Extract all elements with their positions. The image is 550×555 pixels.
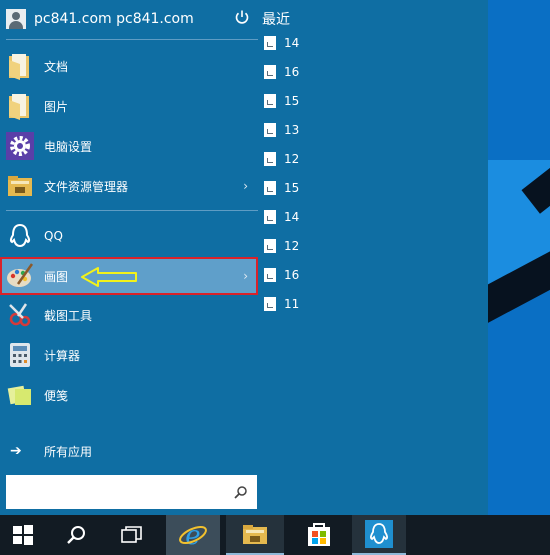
recent-item[interactable]: 11 [264, 294, 299, 314]
menu-item-documents[interactable]: 文档 [0, 48, 258, 84]
menu-item-calculator[interactable]: 计算器 [0, 337, 258, 373]
divider [6, 210, 258, 211]
menu-item-qq[interactable]: QQ [0, 218, 258, 254]
sticky-notes-icon [7, 385, 31, 405]
recent-item-label: 16 [284, 65, 300, 79]
menu-item-pc-settings[interactable]: 电脑设置 [0, 128, 258, 164]
menu-item-label: 文档 [44, 59, 69, 74]
svg-text:e: e [185, 521, 200, 550]
recent-item[interactable]: 13 [264, 120, 299, 140]
recent-item-label: 12 [284, 239, 300, 253]
document-icon [264, 65, 276, 79]
qq-icon [365, 520, 393, 548]
internet-explorer-icon: e [179, 521, 207, 550]
taskbar-store[interactable] [292, 515, 346, 555]
menu-item-label: 计算器 [44, 348, 81, 363]
chevron-right-icon[interactable]: › [243, 269, 248, 283]
recent-item-label: 16 [284, 268, 300, 282]
document-icon [264, 94, 276, 108]
recent-item-label: 13 [284, 123, 300, 137]
menu-item-pictures[interactable]: 图片 [0, 88, 258, 124]
recent-item[interactable]: 14 [264, 207, 299, 227]
folder-icon [9, 54, 29, 80]
search-icon [234, 486, 247, 499]
recent-item-label: 12 [284, 152, 300, 166]
calculator-icon [10, 343, 30, 367]
recent-label: 最近 [262, 12, 290, 28]
folder-icon [9, 94, 29, 120]
recent-item[interactable]: 15 [264, 91, 299, 111]
store-icon [308, 523, 330, 546]
snipping-icon [9, 303, 31, 327]
menu-item-label: 画图 [44, 269, 69, 284]
menu-item-file-explorer[interactable]: 文件资源管理器 › [0, 168, 258, 204]
start-menu-left-pane: pc841.com pc841.com 文档 图片 电脑设置 文件资源管理器 ›… [0, 0, 258, 515]
document-icon [264, 123, 276, 137]
recent-item[interactable]: 15 [264, 178, 299, 198]
start-icon [13, 525, 33, 545]
menu-item-label: 图片 [44, 99, 69, 114]
task-view-button[interactable] [110, 515, 154, 555]
menu-item-label: 文件资源管理器 [44, 179, 129, 194]
recent-item[interactable]: 14 [264, 33, 299, 53]
taskbar-file-explorer[interactable] [226, 515, 284, 555]
all-apps-label: 所有应用 [44, 444, 93, 459]
menu-item-label: 电脑设置 [44, 139, 93, 154]
recent-item[interactable]: 12 [264, 149, 299, 169]
chevron-right-icon[interactable]: › [243, 179, 248, 193]
document-icon [264, 181, 276, 195]
search-icon [67, 526, 85, 544]
start-button[interactable] [0, 515, 46, 555]
recent-item[interactable]: 12 [264, 236, 299, 256]
all-apps-button[interactable]: ➔ 所有应用 [0, 440, 258, 462]
document-icon [264, 36, 276, 50]
arrow-right-icon: ➔ [10, 443, 22, 459]
desktop-background [488, 0, 550, 515]
task-view-icon [121, 526, 142, 543]
user-name: pc841.com pc841.com [34, 11, 194, 27]
document-icon [264, 152, 276, 166]
recent-item-label: 14 [284, 210, 300, 224]
menu-item-label: QQ [44, 229, 63, 243]
file-explorer-icon [243, 525, 267, 544]
taskbar-qq[interactable] [352, 515, 406, 555]
document-icon [264, 268, 276, 282]
recent-item[interactable]: 16 [264, 62, 299, 82]
divider [6, 39, 258, 40]
menu-item-label: 截图工具 [44, 308, 93, 323]
gear-icon [6, 132, 34, 160]
recent-item-label: 15 [284, 181, 300, 195]
start-menu: pc841.com pc841.com 文档 图片 电脑设置 文件资源管理器 ›… [0, 0, 488, 515]
document-icon [264, 210, 276, 224]
user-account[interactable]: pc841.com pc841.com [6, 8, 194, 30]
qq-icon [9, 223, 31, 248]
recent-item-label: 15 [284, 94, 300, 108]
recent-item-label: 11 [284, 297, 300, 311]
document-icon [264, 297, 276, 311]
recent-list: 14 16 15 13 12 15 14 12 16 11 [258, 30, 488, 330]
annotation-arrow-icon [81, 267, 137, 287]
menu-item-label: 便笺 [44, 388, 69, 403]
taskbar-internet-explorer[interactable]: e [166, 515, 220, 555]
menu-item-snipping-tool[interactable]: 截图工具 [0, 297, 258, 333]
avatar [6, 9, 26, 29]
file-explorer-icon [8, 176, 32, 196]
paint-icon [7, 263, 34, 287]
menu-item-sticky-notes[interactable]: 便笺 [0, 377, 258, 413]
recent-item-label: 14 [284, 36, 300, 50]
document-icon [264, 239, 276, 253]
taskbar: e [0, 515, 550, 555]
recent-item[interactable]: 16 [264, 265, 299, 285]
power-icon[interactable] [234, 9, 250, 25]
search-input[interactable] [6, 475, 257, 509]
taskbar-search-button[interactable] [54, 515, 98, 555]
